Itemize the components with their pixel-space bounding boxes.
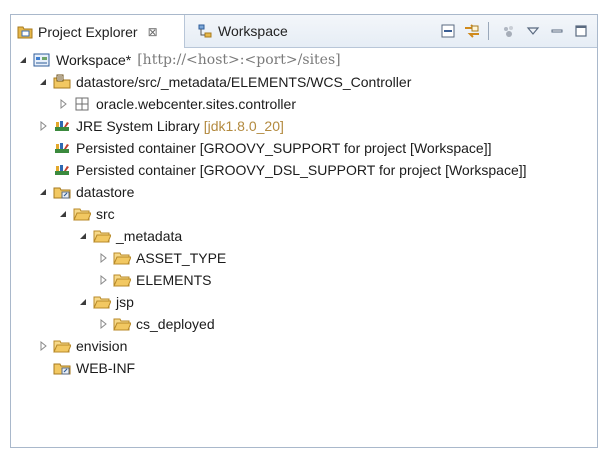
tree-item-cs-deployed[interactable]: cs_deployed [97, 313, 215, 335]
linked-folder-icon [53, 360, 71, 376]
toolbar-separator [488, 22, 489, 40]
close-icon[interactable]: ⊠ [148, 25, 158, 39]
tree-item-controller-package[interactable]: oracle.webcenter.sites.controller [57, 93, 296, 115]
tree-item-workspace[interactable]: Workspace* [http://<host>:<port>/sites] [17, 49, 341, 71]
source-folder-icon [53, 74, 71, 90]
project-explorer-view: Project Explorer ⊠ Workspace Workspace* … [10, 14, 598, 448]
collapse-all-icon[interactable] [438, 21, 458, 41]
folder-icon [53, 338, 71, 354]
tab-workspace[interactable]: Workspace [191, 15, 321, 47]
tree-item-label: _metadata [116, 228, 183, 244]
linked-folder-icon [53, 184, 71, 200]
tree-item-label: src [96, 206, 115, 222]
jre-version-decoration: [jdk1.8.0_20] [203, 118, 284, 134]
expanded-arrow-icon[interactable] [57, 208, 69, 220]
maximize-icon[interactable] [571, 21, 591, 41]
collapsed-arrow-icon[interactable] [97, 274, 109, 286]
folder-icon [93, 294, 111, 310]
tree-item-label: Workspace* [56, 52, 132, 68]
library-icon [53, 118, 71, 134]
tree-item-label: Persisted container [GROOVY_DSL_SUPPORT … [76, 162, 527, 178]
collapsed-arrow-icon[interactable] [57, 98, 69, 110]
tree-item-asset-type[interactable]: ASSET_TYPE [97, 247, 226, 269]
tree-item-label: jsp [116, 294, 134, 310]
collapsed-arrow-icon[interactable] [97, 252, 109, 264]
tree-item-groovy-support[interactable]: Persisted container [GROOVY_SUPPORT for … [37, 137, 492, 159]
collapsed-arrow-icon[interactable] [37, 120, 49, 132]
tree-item-label: datastore [76, 184, 135, 200]
workspace-project-icon [33, 52, 51, 68]
collapsed-arrow-icon[interactable] [37, 340, 49, 352]
project-tree: Workspace* [http://<host>:<port>/sites] … [11, 49, 597, 447]
folder-icon [113, 316, 131, 332]
folder-icon [113, 250, 131, 266]
link-with-editor-icon[interactable] [462, 21, 482, 41]
filters-icon[interactable] [499, 21, 519, 41]
view-toolbar [434, 15, 591, 47]
tree-item-metadata[interactable]: _metadata [77, 225, 182, 247]
tree-item-label: oracle.webcenter.sites.controller [96, 96, 296, 112]
expanded-arrow-icon[interactable] [17, 54, 29, 66]
workspace-icon [197, 23, 213, 39]
view-tab-bar: Project Explorer ⊠ Workspace [11, 15, 597, 48]
tree-item-label: WEB-INF [76, 360, 136, 376]
tree-item-label: JRE System Library [76, 118, 200, 134]
tree-item-envision[interactable]: envision [37, 335, 127, 357]
tab-project-explorer-label: Project Explorer [38, 23, 138, 40]
tree-item-groovy-dsl-support[interactable]: Persisted container [GROOVY_DSL_SUPPORT … [37, 159, 527, 181]
library-icon [53, 162, 71, 178]
tree-item-label: envision [76, 338, 128, 354]
tree-item-label: Persisted container [GROOVY_SUPPORT for … [76, 140, 492, 156]
collapsed-arrow-icon[interactable] [97, 318, 109, 330]
tree-item-label: ELEMENTS [136, 272, 212, 288]
tab-project-explorer[interactable]: Project Explorer ⊠ [11, 15, 185, 48]
folder-icon [73, 206, 91, 222]
tree-item-datastore[interactable]: datastore [37, 181, 134, 203]
tree-item-web-inf[interactable]: WEB-INF [37, 357, 135, 379]
tree-item-jsp[interactable]: jsp [77, 291, 134, 313]
tree-item-label: cs_deployed [136, 316, 215, 332]
package-icon [73, 96, 91, 112]
tree-item-jre-library[interactable]: JRE System Library [jdk1.8.0_20] [37, 115, 284, 137]
library-icon [53, 140, 71, 156]
folder-icon [93, 228, 111, 244]
expanded-arrow-icon[interactable] [77, 296, 89, 308]
tree-item-src[interactable]: src [57, 203, 115, 225]
project-explorer-icon [17, 24, 33, 40]
tab-workspace-label: Workspace [218, 23, 288, 39]
minimize-icon[interactable] [547, 21, 567, 41]
tree-item-metadata-source[interactable]: datastore/src/_metadata/ELEMENTS/WCS_Con… [37, 71, 411, 93]
view-menu-icon[interactable] [523, 21, 543, 41]
tree-item-label: datastore/src/_metadata/ELEMENTS/WCS_Con… [76, 74, 412, 90]
tree-item-elements[interactable]: ELEMENTS [97, 269, 211, 291]
expanded-arrow-icon[interactable] [37, 186, 49, 198]
expanded-arrow-icon[interactable] [77, 230, 89, 242]
workspace-url: [http://<host>:<port>/sites] [137, 52, 341, 68]
expanded-arrow-icon[interactable] [37, 76, 49, 88]
tree-item-label: ASSET_TYPE [136, 250, 227, 266]
folder-icon [113, 272, 131, 288]
